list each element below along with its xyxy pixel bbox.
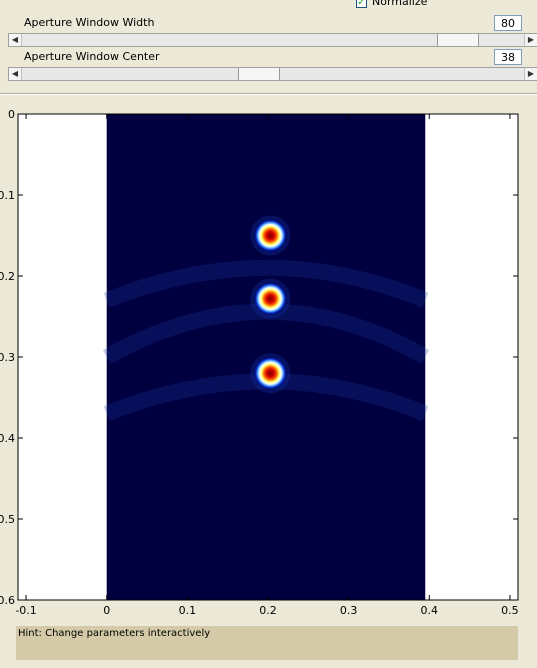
x-tick-label: 0.3 <box>340 604 358 617</box>
y-tick-label: 0.4 <box>0 432 15 445</box>
y-tick-label: 0.3 <box>0 351 15 364</box>
beam-plot: -0.1 0 0.1 0.2 0.3 0.4 0.5 0 0.1 0.2 0.3 0.4 0.5 0.6 <box>0 108 519 617</box>
hint-text: Hint: Change parameters interactively <box>18 628 211 639</box>
x-tick-label: 0.2 <box>259 604 277 617</box>
y-tick-label: 0.6 <box>0 594 15 607</box>
x-tick-label: 0.5 <box>501 604 519 617</box>
x-tick-label: 0.4 <box>421 604 439 617</box>
y-tick-label: 0 <box>8 108 15 121</box>
y-tick-label: 0.1 <box>0 189 15 202</box>
hotspot <box>253 218 288 253</box>
x-tick-label: -0.1 <box>15 604 36 617</box>
hint-bar: Hint: Change parameters interactively <box>16 626 518 660</box>
y-tick-label: 0.2 <box>0 270 15 283</box>
hotspot <box>253 281 288 316</box>
y-tick-label: 0.5 <box>0 513 15 526</box>
hotspot <box>253 356 288 391</box>
x-tick-label: 0.1 <box>179 604 197 617</box>
x-tick-label: 0 <box>103 604 110 617</box>
